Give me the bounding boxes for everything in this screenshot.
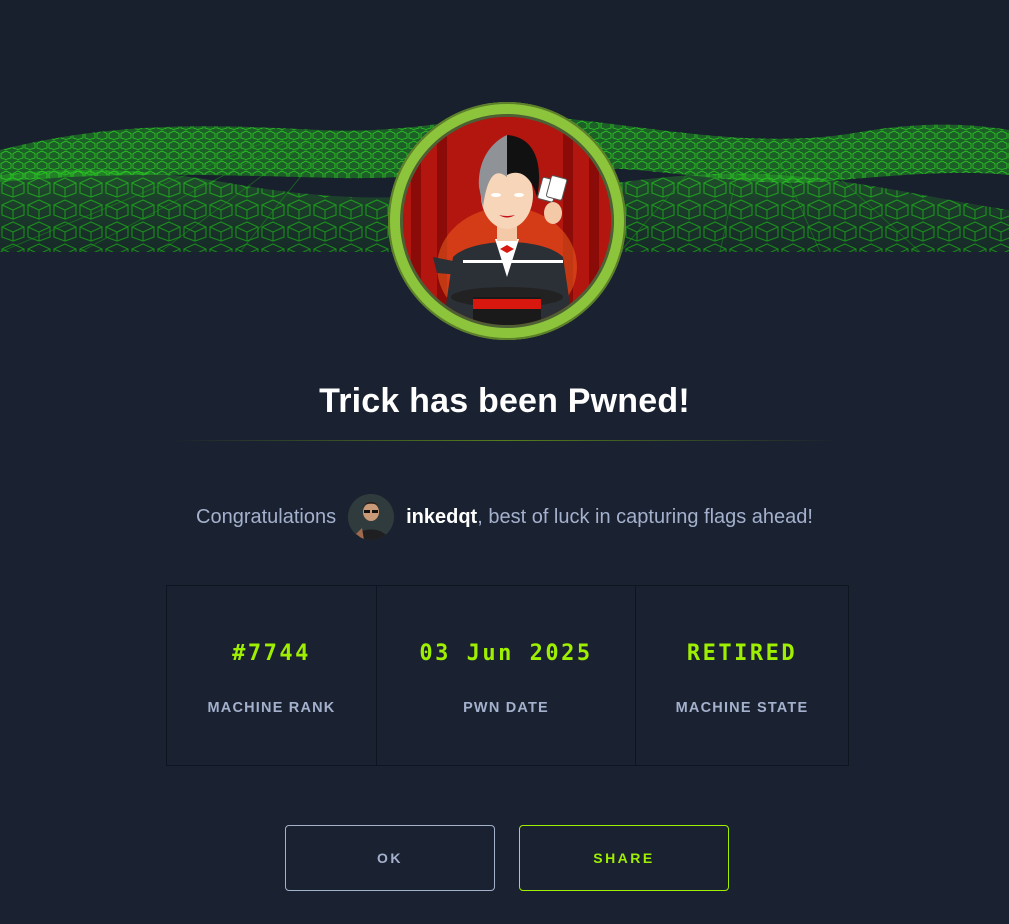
stat-machine-rank: #7744 MACHINE RANK bbox=[167, 586, 377, 765]
title-divider bbox=[170, 440, 840, 441]
pwn-date-label: PWN DATE bbox=[463, 700, 549, 716]
pwn-date-value: 03 Jun 2025 bbox=[419, 641, 593, 666]
pwned-dialog: Trick has been Pwned! Congratulations in… bbox=[0, 0, 1009, 924]
machine-rank-label: MACHINE RANK bbox=[207, 700, 336, 716]
stat-pwn-date: 03 Jun 2025 PWN DATE bbox=[377, 586, 636, 765]
share-button[interactable]: SHARE bbox=[519, 825, 729, 891]
ok-button[interactable]: OK bbox=[285, 825, 495, 891]
congrats-message: Congratulations inkedqt , best of luck i… bbox=[0, 490, 1009, 544]
machine-avatar bbox=[388, 102, 626, 340]
stats-panel: #7744 MACHINE RANK 03 Jun 2025 PWN DATE … bbox=[166, 585, 849, 766]
congrats-suffix: , best of luck in capturing flags ahead! bbox=[477, 505, 813, 528]
username-link[interactable]: inkedqt bbox=[406, 506, 477, 529]
machine-rank-value: #7744 bbox=[232, 641, 311, 666]
stat-machine-state: RETIRED MACHINE STATE bbox=[636, 586, 848, 765]
magician-avatar-icon bbox=[403, 117, 611, 325]
machine-state-value: RETIRED bbox=[686, 641, 798, 666]
machine-state-label: MACHINE STATE bbox=[675, 700, 809, 716]
congrats-prefix: Congratulations bbox=[196, 505, 337, 528]
page-title: Trick has been Pwned! bbox=[319, 382, 690, 420]
user-avatar-icon[interactable] bbox=[348, 494, 395, 540]
